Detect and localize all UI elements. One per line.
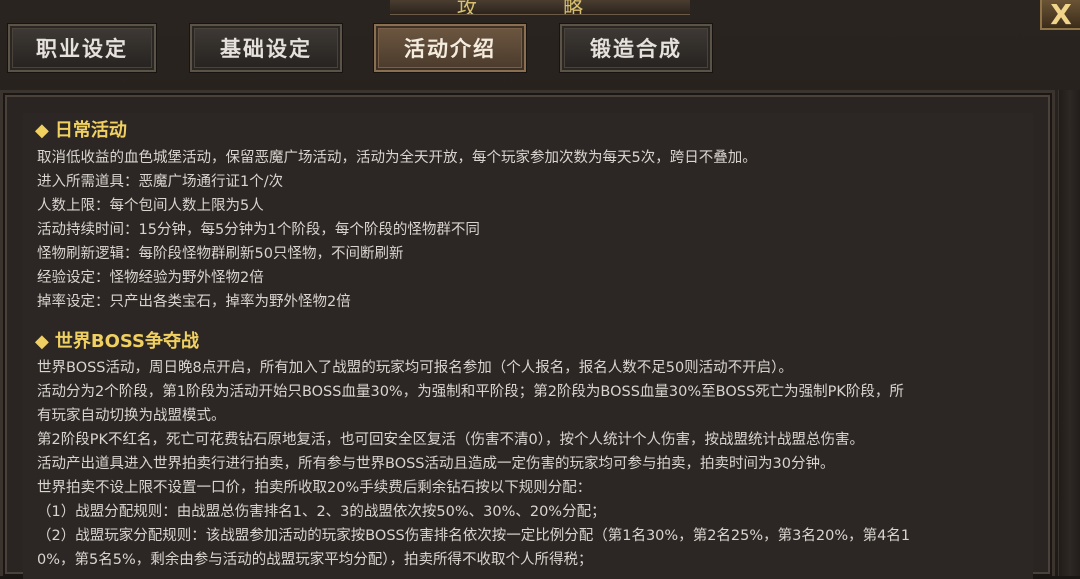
game-window: 攻 略 X 职业设定 基础设定 活动介绍 锻造合成 ◆ 日常活动 取消低收益的血色… [0,0,1080,579]
text-line: 取消低收益的血色城堡活动，保留恶魔广场活动，活动为全天开放，每个玩家参加次数为每… [37,150,757,166]
text-line: 怪物刷新逻辑：每阶段怪物群刷新50只怪物，不间断刷新 [37,246,404,262]
text-line: 有玩家自动切换为战盟模式。 [37,408,226,424]
tab-label: 职业设定 [36,37,128,61]
tab-profession-settings[interactable]: 职业设定 [7,23,157,73]
text-line: 经验设定：怪物经验为野外怪物2倍 [37,270,264,286]
close-button[interactable]: X [1040,0,1080,31]
text-line: （2）战盟玩家分配规则：该战盟参加活动的玩家按BOSS伤害排名依次按一定比例分配… [37,528,911,544]
text-line: 0%，第5名5%，剩余由参与活动的战盟玩家平均分配），拍卖所得不收取个人所得税； [37,552,593,568]
text-line: （1）战盟分配规则：由战盟总伤害排名1、2、3的战盟依次按50%、30%、20%… [37,504,606,520]
text-line: 人数上限：每个包间人数上限为5人 [37,198,264,214]
diamond-icon: ◆ [35,331,49,352]
content-scroll-area[interactable]: ◆ 日常活动 取消低收益的血色城堡活动，保留恶魔广场活动，活动为全天开放，每个玩家… [23,113,1033,579]
tab-label: 基础设定 [220,37,312,61]
tab-label: 活动介绍 [404,37,496,61]
window-title-bar: 攻 略 [390,0,690,15]
text-line: 世界拍卖不设上限不设置一口价，拍卖所收取20%手续费后剩余钻石按以下规则分配： [37,480,592,496]
text-line: 进入所需道具：恶魔广场通行证1个/次 [37,174,284,190]
tab-label: 锻造合成 [590,37,682,61]
scrollbar[interactable] [1058,90,1080,576]
section-title-daily: ◆ 日常活动 [35,120,127,141]
close-icon: X [1050,0,1072,31]
content-panel: ◆ 日常活动 取消低收益的血色城堡活动，保留恶魔广场活动，活动为全天开放，每个玩家… [0,90,1055,579]
text-line: 掉率设定：只产出各类宝石，掉率为野外怪物2倍 [37,294,351,310]
tab-basic-settings[interactable]: 基础设定 [189,23,343,73]
section-title-world-boss: ◆ 世界BOSS争夺战 [35,331,199,352]
text-line: 第2阶段PK不红名，死亡可花费钻石原地复活，也可回安全区复活（伤害不清0），按个… [37,432,864,448]
window-title: 攻 略 [456,0,624,15]
text-line: 活动持续时间：15分钟，每5分钟为1个阶段，每个阶段的怪物群不同 [37,222,480,238]
diamond-icon: ◆ [35,120,49,141]
text-line: 世界BOSS活动，周日晚8点开启，所有加入了战盟的玩家均可报名参加（个人报名，报… [37,360,793,376]
text-line: 活动产出道具进入世界拍卖行进行拍卖，所有参与世界BOSS活动且造成一定伤害的玩家… [37,456,835,472]
text-line: 活动分为2个阶段，第1阶段为活动开始只BOSS血量30%，为强制和平阶段；第2阶… [37,384,904,400]
tab-activity-intro[interactable]: 活动介绍 [373,23,527,73]
tab-forging-synthesis[interactable]: 锻造合成 [559,23,713,73]
